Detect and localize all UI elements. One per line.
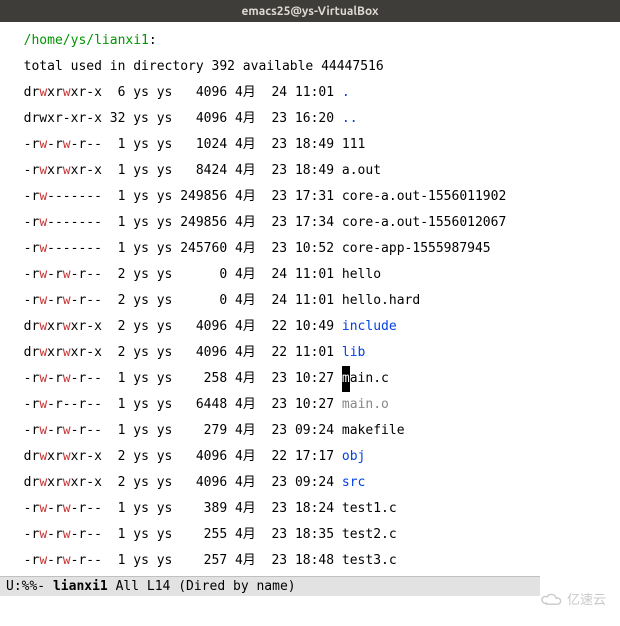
filename[interactable]: test2.c [342, 527, 397, 542]
filename[interactable]: core-app-1555987945 [342, 241, 491, 256]
window-title-text: emacs25@ys-VirtualBox [241, 5, 378, 18]
filename[interactable]: core-a.out-1556012067 [342, 215, 506, 230]
dired-row[interactable]: -rw-r--r-- 1 ys ys 6448 4月 23 10:27 main… [8, 392, 620, 418]
dired-row[interactable]: -rw-rw-r-- 1 ys ys 258 4月 23 10:27 main.… [8, 366, 620, 392]
dired-path-colon: : [149, 33, 157, 48]
dired-summary-line: total used in directory 392 available 44… [8, 54, 620, 80]
filename[interactable]: a.out [342, 163, 381, 178]
dired-row[interactable]: drwxrwxr-x 2 ys ys 4096 4月 22 10:49 incl… [8, 314, 620, 340]
filename[interactable]: main.o [342, 397, 389, 412]
dired-path: /home/ys/lianxi1 [24, 33, 149, 48]
dired-row[interactable]: -rw-rw-r-- 1 ys ys 279 4月 23 09:24 makef… [8, 418, 620, 444]
dired-row[interactable]: drwxrwxr-x 2 ys ys 4096 4月 22 11:01 lib [8, 340, 620, 366]
mode-line: U:%%- lianxi1 All L14 (Dired by name) [0, 576, 540, 596]
dired-row[interactable]: -rw------- 1 ys ys 249856 4月 23 17:31 co… [8, 184, 620, 210]
dired-row[interactable]: -rw------- 1 ys ys 249856 4月 23 17:34 co… [8, 210, 620, 236]
dired-row[interactable]: -rw-rw-r-- 1 ys ys 389 4月 23 18:24 test1… [8, 496, 620, 522]
filename[interactable]: test1.c [342, 501, 397, 516]
dired-row[interactable]: drwxrwxr-x 6 ys ys 4096 4月 24 11:01 . [8, 80, 620, 106]
cloud-icon [541, 592, 563, 606]
minibuffer[interactable] [0, 600, 620, 620]
filename[interactable]: obj [342, 449, 365, 464]
filename[interactable]: main.c [342, 371, 389, 386]
filename[interactable]: test3.c [342, 553, 397, 568]
dired-row[interactable]: -rw-rw-r-- 2 ys ys 0 4月 24 11:01 hello.h… [8, 288, 620, 314]
filename[interactable]: 111 [342, 137, 365, 152]
cursor: m [342, 366, 350, 392]
dired-buffer[interactable]: /home/ys/lianxi1: total used in director… [0, 22, 620, 600]
filename[interactable]: hello.hard [342, 293, 420, 308]
dired-row[interactable]: -rw-rw-r-- 1 ys ys 255 4月 23 18:35 test2… [8, 522, 620, 548]
buffer-name: lianxi1 [53, 579, 108, 594]
watermark: 亿速云 [541, 589, 606, 608]
dired-row[interactable]: -rw------- 1 ys ys 245760 4月 23 10:52 co… [8, 236, 620, 262]
dired-row[interactable]: -rw-rw-r-- 1 ys ys 257 4月 23 18:48 test3… [8, 548, 620, 574]
filename[interactable]: src [342, 475, 365, 490]
dired-row[interactable]: drwxrwxr-x 2 ys ys 4096 4月 22 17:17 obj [8, 444, 620, 470]
dired-path-line: /home/ys/lianxi1: [8, 28, 620, 54]
dired-row[interactable]: -rwxrwxr-x 1 ys ys 8424 4月 23 18:49 a.ou… [8, 158, 620, 184]
filename[interactable]: makefile [342, 423, 405, 438]
dired-row[interactable]: drwxrwxr-x 2 ys ys 4096 4月 23 09:24 src [8, 470, 620, 496]
filename[interactable]: hello [342, 267, 381, 282]
filename[interactable]: .. [342, 111, 358, 126]
filename[interactable]: core-a.out-1556011902 [342, 189, 506, 204]
filename[interactable]: lib [342, 345, 365, 360]
filename[interactable]: include [342, 319, 397, 334]
dired-row[interactable]: -rw-rw-r-- 2 ys ys 0 4月 24 11:01 hello [8, 262, 620, 288]
window-title-bar: emacs25@ys-VirtualBox [0, 0, 620, 22]
dired-row[interactable]: -rw-rw-r-- 1 ys ys 1024 4月 23 18:49 111 [8, 132, 620, 158]
dired-row[interactable]: drwxr-xr-x 32 ys ys 4096 4月 23 16:20 .. [8, 106, 620, 132]
filename[interactable]: . [342, 85, 350, 100]
